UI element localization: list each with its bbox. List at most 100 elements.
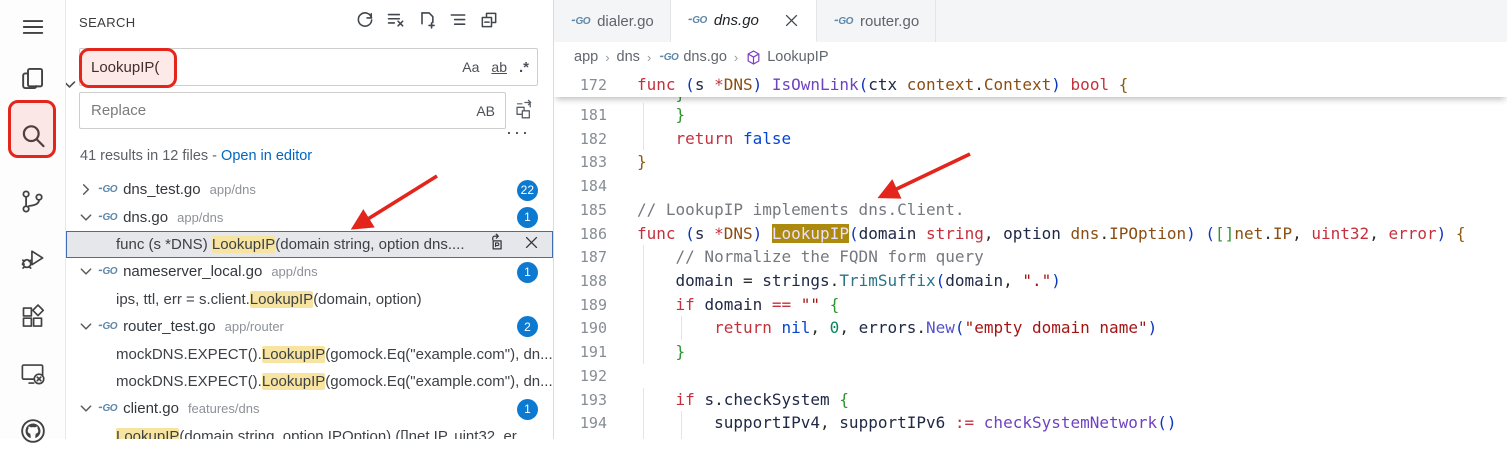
- whole-word-icon[interactable]: ab: [491, 59, 507, 75]
- panel-title: SEARCH: [79, 15, 136, 30]
- replace-input[interactable]: Replace AB: [79, 92, 506, 129]
- code-line[interactable]: 184: [554, 174, 1507, 198]
- sticky-scroll-line[interactable]: 172func (s *DNS) IsOwnLink(ctx context.C…: [554, 72, 1507, 97]
- source-control-icon: [19, 188, 46, 215]
- go-file-icon: GO: [658, 52, 678, 63]
- menu-icon: [20, 14, 46, 40]
- more-actions-icon[interactable]: ···: [506, 122, 530, 143]
- close-tab-icon[interactable]: [783, 12, 800, 29]
- extensions-icon: [19, 303, 46, 330]
- code-line[interactable]: 181 }: [554, 103, 1507, 127]
- result-match-row[interactable]: ips, ttl, err = s.client.LookupIP(domain…: [66, 286, 553, 313]
- code-line[interactable]: 183}: [554, 150, 1507, 174]
- results-count: 41 results in 12 files: [80, 148, 208, 164]
- preserve-case-icon[interactable]: AB: [476, 103, 495, 119]
- chevron-down-icon[interactable]: [78, 209, 94, 226]
- activity-bar-item-extensions-icon[interactable]: [0, 296, 65, 336]
- search-input[interactable]: LookupIP( Aaab .*: [79, 48, 538, 86]
- breadcrumb-item-dns[interactable]: dns: [617, 49, 640, 65]
- debug-icon: [19, 245, 46, 272]
- code-line[interactable]: 172func (s *DNS) IsOwnLink(ctx context.C…: [554, 72, 1507, 97]
- chevron-down-icon[interactable]: [78, 400, 94, 417]
- activity-bar-item-github-icon[interactable]: [0, 411, 65, 451]
- dismiss-match-icon[interactable]: [523, 234, 540, 255]
- code-line[interactable]: }: [554, 97, 1507, 103]
- activity-bar-item-source-control-icon[interactable]: [0, 181, 65, 221]
- clipped-scroll-line: }: [554, 97, 1507, 103]
- go-file-icon: GO: [97, 321, 117, 332]
- clear-results-icon[interactable]: [386, 10, 406, 30]
- github-icon: [19, 417, 47, 445]
- code-line[interactable]: 190 return nil, 0, errors.New("empty dom…: [554, 316, 1507, 340]
- activity-bar-item-menu-icon[interactable]: [0, 7, 65, 47]
- result-file-row[interactable]: GO dns.go app/dns 1: [66, 203, 553, 230]
- match-case-icon[interactable]: Aa: [462, 59, 479, 75]
- activity-bar-item-debug-icon[interactable]: [0, 238, 65, 278]
- regex-icon[interactable]: .*: [519, 59, 529, 76]
- result-match-row[interactable]: mockDNS.EXPECT().LookupIP(gomock.Eq("exa…: [66, 340, 553, 367]
- go-file-icon: GO: [97, 403, 117, 414]
- refresh-icon[interactable]: [355, 10, 375, 30]
- tab-dns.go[interactable]: GOdns.go: [671, 0, 817, 42]
- match-count-badge: 22: [517, 180, 538, 201]
- search-sidebar: SEARCH LookupIP( Aaab .* Replace AB ··· 4…: [66, 0, 554, 439]
- chevron-down-icon[interactable]: [78, 263, 94, 280]
- match-count-badge: 1: [517, 399, 538, 420]
- code-line[interactable]: 192: [554, 364, 1507, 388]
- tab-dialer.go[interactable]: GOdialer.go: [554, 0, 671, 42]
- activity-bar: [0, 0, 66, 439]
- open-in-editor-link[interactable]: Open in editor: [221, 148, 312, 164]
- go-file-icon: GO: [687, 15, 707, 26]
- results-summary: 41 results in 12 files - Open in editor: [80, 148, 312, 164]
- search-results-list: GO dns_test.go app/dns 22 GO dns.go app/…: [66, 176, 553, 439]
- search-query-text: LookupIP(: [80, 59, 159, 76]
- search-icon: [19, 122, 47, 150]
- remote-explorer-icon: [19, 360, 46, 387]
- result-match-row[interactable]: LookupIP(domain string, option IPOption)…: [66, 423, 553, 439]
- match-count-badge: 1: [517, 262, 538, 283]
- symbol-method-icon: [745, 49, 762, 66]
- match-count-badge: 2: [517, 316, 538, 337]
- chevron-right-icon[interactable]: [78, 181, 94, 198]
- replace-placeholder: Replace: [80, 102, 146, 119]
- activity-bar-item-search-icon[interactable]: [0, 116, 65, 156]
- match-count-badge: 1: [517, 207, 538, 228]
- tab-router.go[interactable]: GOrouter.go: [817, 0, 936, 42]
- breadcrumb: app›dns›GOdns.go›LookupIP: [554, 42, 1507, 72]
- go-file-icon: GO: [97, 184, 117, 195]
- code-line[interactable]: 188 domain = strings.TrimSuffix(domain, …: [554, 269, 1507, 293]
- code-line[interactable]: 187 // Normalize the FQDN form query: [554, 245, 1507, 269]
- result-match-row[interactable]: mockDNS.EXPECT().LookupIP(gomock.Eq("exa…: [66, 368, 553, 395]
- replace-one-icon[interactable]: [490, 233, 509, 256]
- code-line[interactable]: 191 }: [554, 340, 1507, 364]
- result-file-row[interactable]: GO dns_test.go app/dns 22: [66, 176, 553, 203]
- editor-group: GOdialer.go GOdns.go GOrouter.go app›dns…: [554, 0, 1507, 439]
- tab-bar: GOdialer.go GOdns.go GOrouter.go: [554, 0, 1507, 43]
- code-line[interactable]: 194 supportIPv4, supportIPv6 := checkSys…: [554, 411, 1507, 435]
- result-match-row[interactable]: func (s *DNS) LookupIP(domain string, op…: [66, 231, 553, 258]
- chevron-down-icon[interactable]: [78, 318, 94, 335]
- code-line[interactable]: 193 if s.checkSystem {: [554, 388, 1507, 412]
- result-file-row[interactable]: GO router_test.go app/router 2: [66, 313, 553, 340]
- code-line[interactable]: 186func (s *DNS) LookupIP(domain string,…: [554, 222, 1507, 246]
- code-line[interactable]: 182 return false: [554, 127, 1507, 151]
- code-line[interactable]: 195 option.IPv4Enable = option.IPv4Enabl…: [554, 435, 1507, 439]
- new-search-editor-icon[interactable]: [417, 10, 437, 30]
- go-file-icon: GO: [570, 16, 590, 27]
- view-as-list-icon[interactable]: [448, 10, 468, 30]
- result-file-row[interactable]: GO client.go features/dns 1: [66, 395, 553, 422]
- go-file-icon: GO: [833, 16, 853, 27]
- code-line[interactable]: 185// LookupIP implements dns.Client.: [554, 198, 1507, 222]
- breadcrumb-item-LookupIP[interactable]: LookupIP: [745, 49, 828, 66]
- collapse-all-icon[interactable]: [479, 10, 499, 30]
- code-editor[interactable]: 172func (s *DNS) IsOwnLink(ctx context.C…: [554, 72, 1507, 439]
- breadcrumb-item-dns.go[interactable]: GOdns.go: [658, 49, 727, 65]
- files-icon: [19, 65, 46, 92]
- result-file-row[interactable]: GO nameserver_local.go app/dns 1: [66, 258, 553, 285]
- activity-bar-item-files-icon[interactable]: [0, 58, 65, 98]
- activity-bar-item-remote-explorer-icon[interactable]: [0, 353, 65, 393]
- breadcrumb-item-app[interactable]: app: [574, 49, 598, 65]
- go-file-icon: GO: [97, 212, 117, 223]
- go-file-icon: GO: [97, 266, 117, 277]
- code-line[interactable]: 189 if domain == "" {: [554, 293, 1507, 317]
